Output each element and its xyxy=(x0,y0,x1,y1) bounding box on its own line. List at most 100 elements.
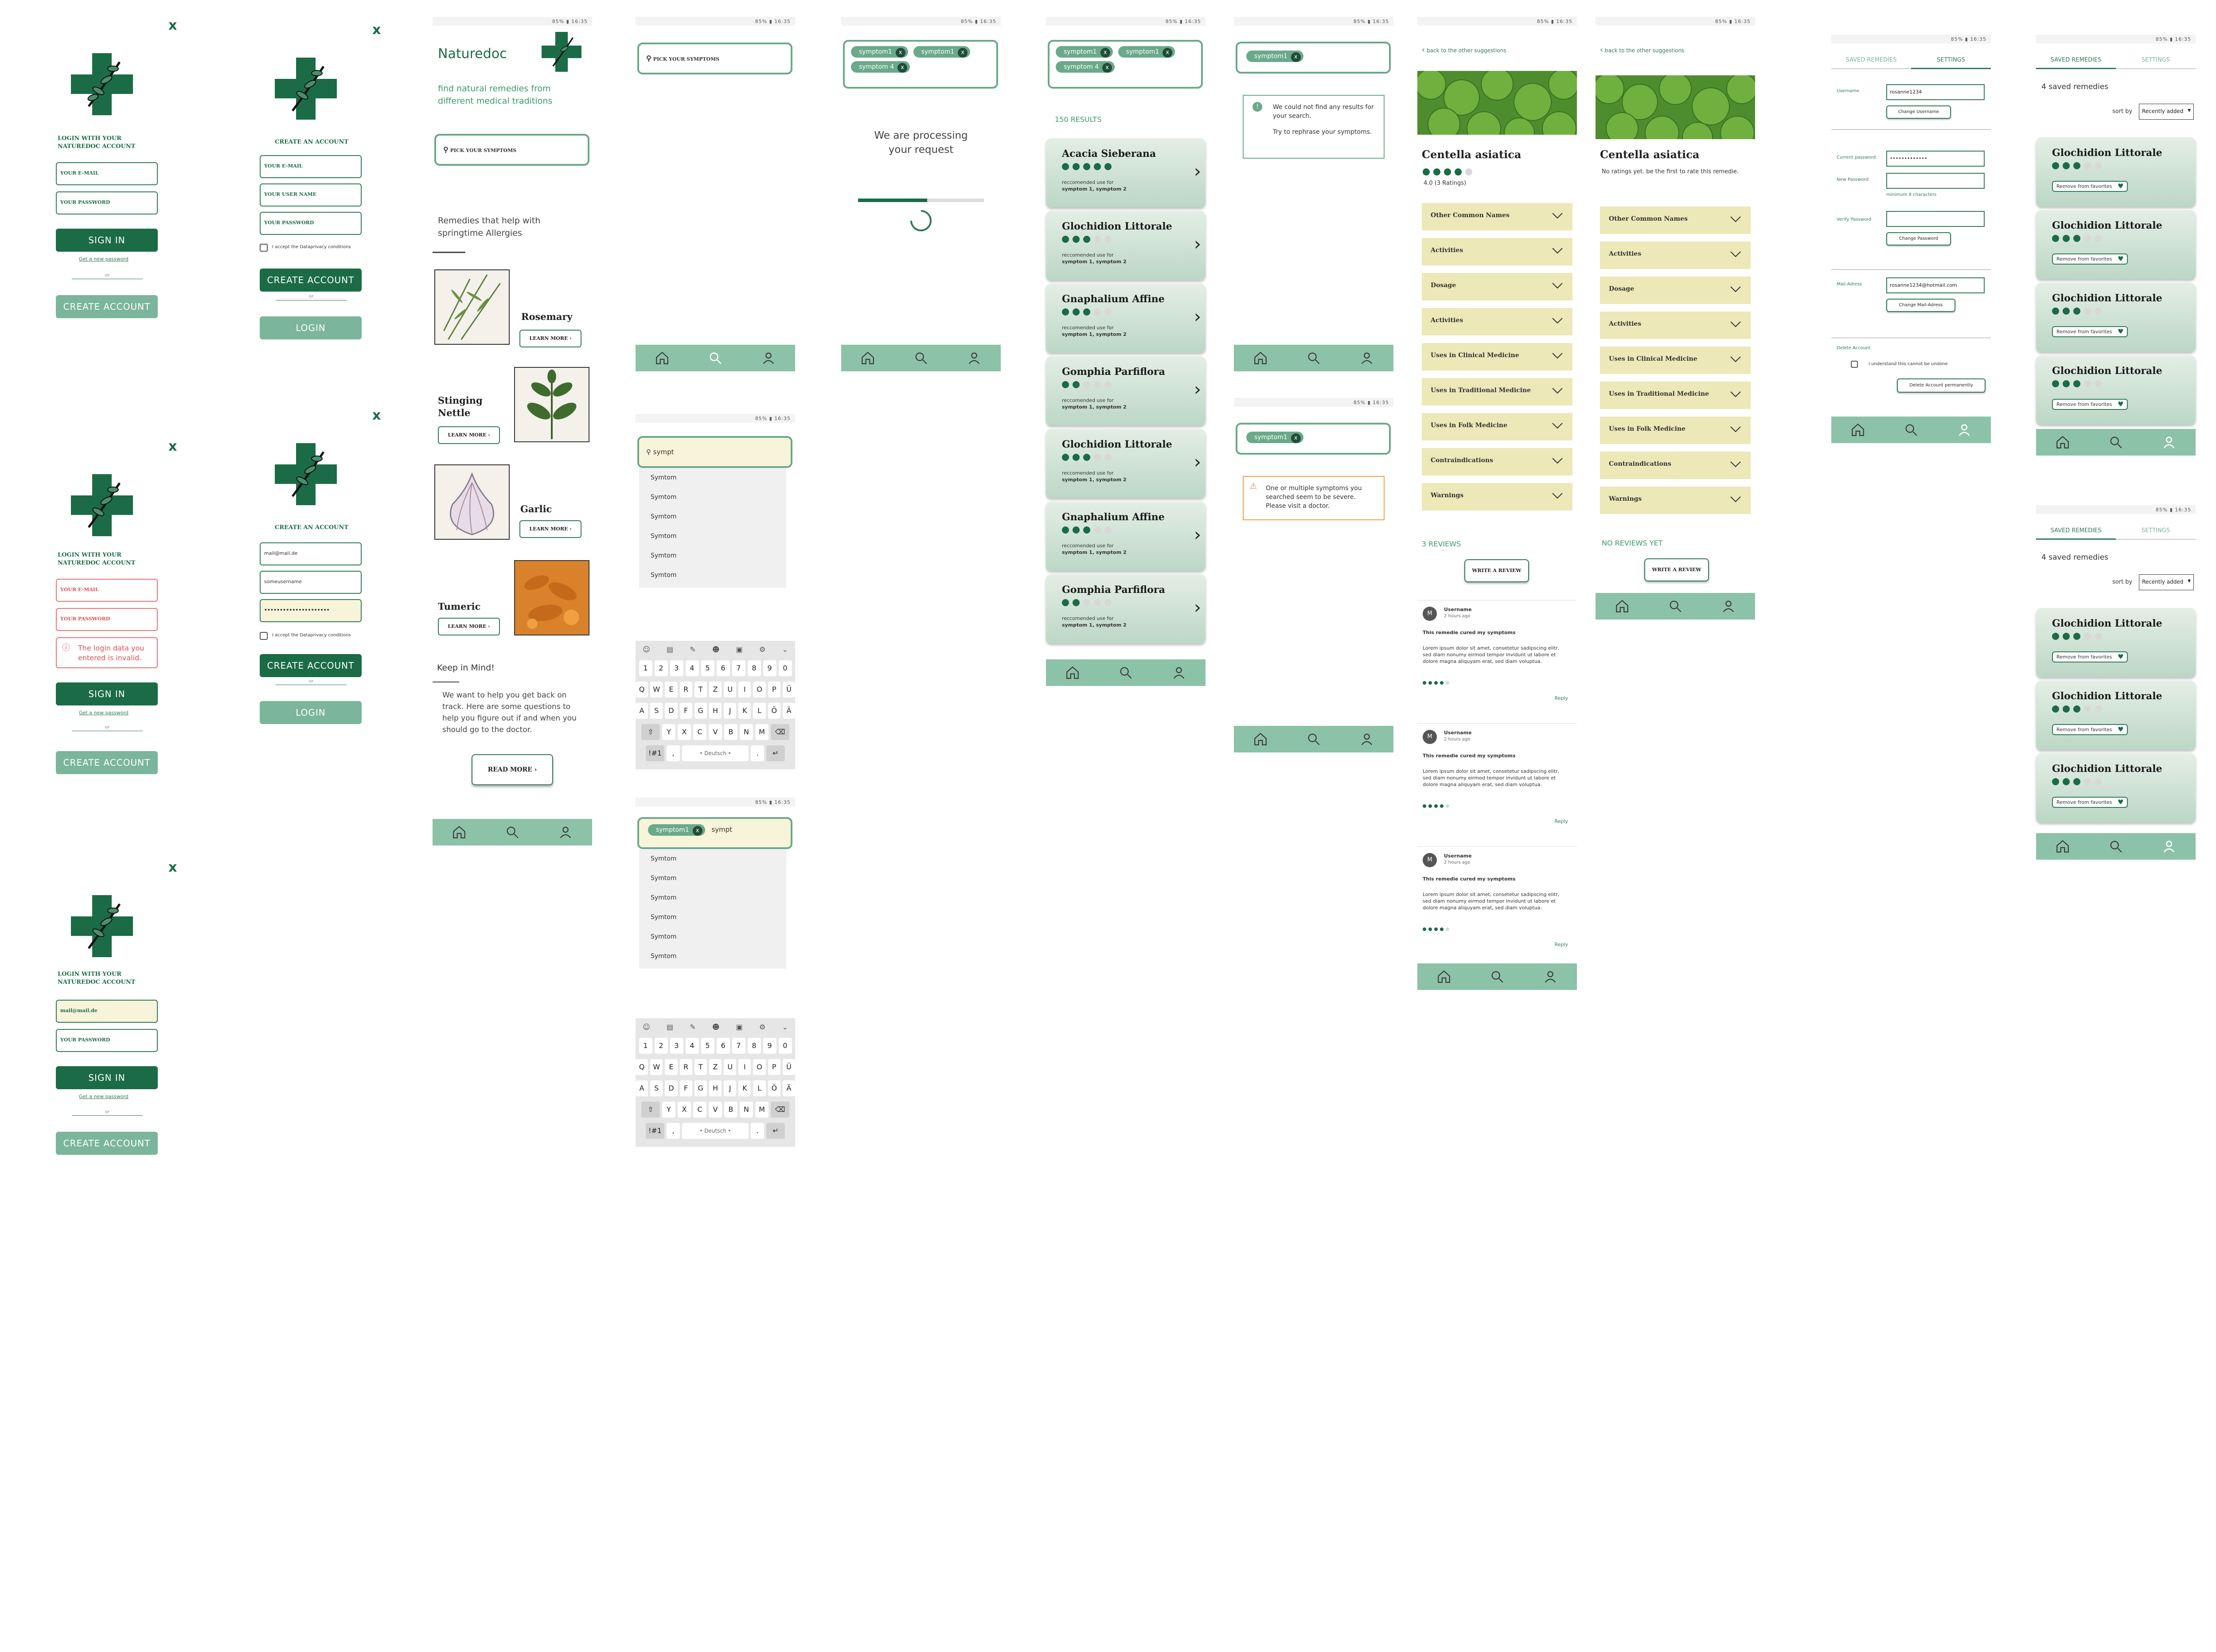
accordion-uses-in-folk-medicine[interactable]: Uses in Folk Medicine xyxy=(1600,417,1751,444)
suggestion-item[interactable]: Symtom xyxy=(639,565,786,585)
learn-more-button[interactable]: LEARN MORE › xyxy=(519,520,581,538)
home-icon[interactable] xyxy=(1850,422,1865,437)
accordion-uses-in-traditional-medicine[interactable]: Uses in Traditional Medicine xyxy=(1422,378,1572,405)
home-icon[interactable] xyxy=(860,351,875,366)
emoji-tool-icon[interactable]: ☺ xyxy=(643,645,650,654)
key[interactable]: D xyxy=(665,703,678,719)
saved-remedy-card[interactable]: Glochidion Littorale Remove from favorite… xyxy=(2036,355,2196,425)
email-field[interactable]: YOUR E-MAIL xyxy=(56,579,158,602)
search-icon[interactable] xyxy=(1118,665,1133,680)
accordion-contraindications[interactable]: Contraindications xyxy=(1422,448,1572,475)
suggestion-item[interactable]: Symtom xyxy=(639,526,786,546)
key[interactable]: X xyxy=(678,724,691,740)
remove-chip-icon[interactable]: x xyxy=(1291,52,1301,62)
suggestion-item[interactable]: Symtom xyxy=(639,947,786,966)
text-edit-icon[interactable]: ✎ xyxy=(690,1023,695,1031)
learn-more-button[interactable]: LEARN MORE › xyxy=(438,618,500,635)
home-icon[interactable] xyxy=(2055,839,2070,854)
close-icon[interactable]: x xyxy=(372,408,381,423)
remove-chip-icon[interactable]: x xyxy=(958,48,968,58)
key[interactable]: A xyxy=(635,703,648,719)
profile-icon[interactable] xyxy=(2161,435,2177,450)
key[interactable]: W xyxy=(650,1059,663,1075)
search-icon[interactable] xyxy=(505,825,520,840)
tab-settings[interactable]: SETTINGS xyxy=(2116,522,2196,540)
key[interactable]: A xyxy=(635,1080,648,1096)
key[interactable]: 9 xyxy=(763,660,776,676)
symptom-chip[interactable]: symptom1 x xyxy=(648,824,705,836)
clipboard-icon[interactable]: ▤ xyxy=(667,645,673,654)
key[interactable]: M xyxy=(755,1102,769,1118)
tab-saved-remedies[interactable]: SAVED REMEDIES xyxy=(1831,51,1911,69)
profile-icon[interactable] xyxy=(1721,599,1736,614)
profile-icon[interactable] xyxy=(1543,969,1558,984)
key[interactable]: R xyxy=(679,1059,692,1075)
key[interactable]: 5 xyxy=(701,1038,714,1054)
key[interactable]: J xyxy=(724,1080,737,1096)
profile-icon[interactable] xyxy=(1957,422,1972,437)
key[interactable]: B xyxy=(724,1102,737,1118)
search-input[interactable]: symptom1 x symptom1 x symptom 4x xyxy=(843,40,998,89)
collapse-icon[interactable]: ⌄ xyxy=(782,645,788,654)
key[interactable]: Ü xyxy=(782,682,796,697)
change-username-button[interactable]: Change Username xyxy=(1886,105,1951,119)
home-icon[interactable] xyxy=(1065,665,1080,680)
key[interactable]: 3 xyxy=(670,1038,683,1054)
search-input[interactable]: symptom1 x sympt xyxy=(637,817,792,849)
symptom-chip[interactable]: symptom1 x xyxy=(851,46,908,58)
suggestion-item[interactable]: Symtom xyxy=(639,487,786,507)
enter-key[interactable]: ↵ xyxy=(766,745,785,761)
space-key[interactable]: • Deutsch • xyxy=(682,1123,749,1139)
emoji-tool-icon[interactable]: ☺ xyxy=(643,1023,650,1031)
profile-icon[interactable] xyxy=(2161,839,2177,854)
key[interactable]: 0 xyxy=(778,1038,792,1054)
learn-more-button[interactable]: LEARN MORE › xyxy=(519,330,581,347)
suggestion-item[interactable]: Symtom xyxy=(639,869,786,888)
key[interactable]: 9 xyxy=(763,1038,776,1054)
key[interactable]: , xyxy=(667,1123,680,1139)
delete-account-button[interactable]: Delete Account permanently xyxy=(1897,378,1986,393)
accordion-activities[interactable]: Activities xyxy=(1600,312,1751,339)
key[interactable]: Z xyxy=(709,682,722,697)
key[interactable]: P xyxy=(768,1059,780,1075)
saved-remedy-card[interactable]: Glochidion Littorale Remove from favorite… xyxy=(2036,210,2196,279)
create-account-button[interactable]: CREATE ACCOUNT xyxy=(260,654,362,677)
saved-remedy-card[interactable]: Glochidion Littorale Remove from favorite… xyxy=(2036,283,2196,352)
key[interactable]: . xyxy=(751,745,764,761)
accordion-other-common-names[interactable]: Other Common Names xyxy=(1600,206,1751,234)
home-icon[interactable] xyxy=(1253,351,1268,366)
key[interactable]: 1 xyxy=(639,1038,652,1054)
saved-remedy-card[interactable]: Glochidion Littorale Remove from favorite… xyxy=(2036,753,2196,822)
key[interactable]: G xyxy=(694,703,707,719)
password-field[interactable]: YOUR PASSWORD xyxy=(56,191,158,214)
key[interactable]: 0 xyxy=(778,660,792,676)
result-card[interactable]: Gomphia Parfiflora reccomended use for sym… xyxy=(1046,356,1206,425)
key[interactable]: O xyxy=(753,1059,766,1075)
key[interactable]: Ö xyxy=(768,703,780,719)
key[interactable]: K xyxy=(738,1080,751,1096)
email-field[interactable]: mail@mail.de xyxy=(56,1000,158,1023)
login-button[interactable]: LOGIN xyxy=(260,701,362,724)
key[interactable]: V xyxy=(709,1102,722,1118)
sign-in-button[interactable]: SIGN IN xyxy=(56,1066,158,1089)
remove-favorite-button[interactable]: Remove from favorites ♥ xyxy=(2052,724,2128,735)
symptom-chip[interactable]: symptom1 x xyxy=(913,46,971,58)
key[interactable]: J xyxy=(724,703,737,719)
key[interactable]: 2 xyxy=(654,1038,668,1054)
change-password-button[interactable]: Change Password xyxy=(1886,232,1951,245)
sort-select[interactable]: Recently added ▾ xyxy=(2139,104,2194,120)
key[interactable]: S xyxy=(650,1080,663,1096)
key[interactable]: R xyxy=(679,682,692,697)
symptom-chip[interactable]: symptom1 x xyxy=(1246,432,1303,443)
close-icon[interactable]: x xyxy=(372,22,381,38)
sign-in-button[interactable]: SIGN IN xyxy=(56,229,158,252)
accordion-warnings[interactable]: Warnings xyxy=(1422,483,1572,510)
saved-remedy-card[interactable]: Glochidion Littorale Remove from favorite… xyxy=(2036,681,2196,750)
forgot-password-link[interactable]: Get a new password xyxy=(79,1094,129,1099)
symptom-chip[interactable]: symptom1 x xyxy=(1118,46,1175,58)
collapse-icon[interactable]: ⌄ xyxy=(782,1023,788,1031)
suggestion-item[interactable]: Symtom xyxy=(639,888,786,908)
write-review-button[interactable]: WRITE A REVIEW xyxy=(1644,558,1709,581)
remove-favorite-button[interactable]: Remove from favorites ♥ xyxy=(2052,797,2128,808)
search-input[interactable]: symptom1 x xyxy=(1236,42,1391,74)
